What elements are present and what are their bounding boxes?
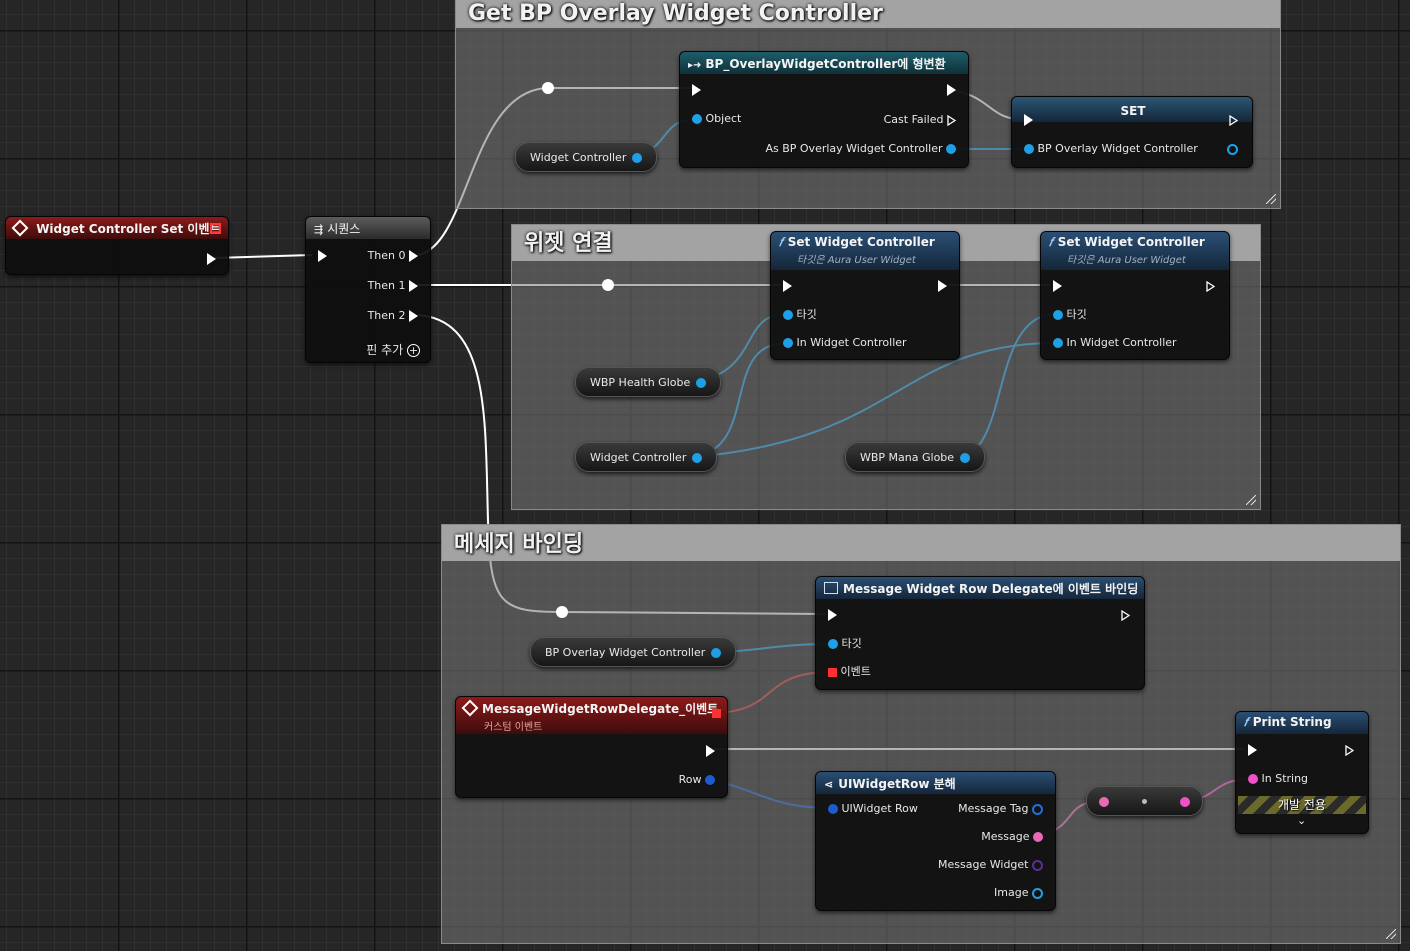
target-pin[interactable]: 타깃 [1053, 308, 1087, 322]
in-string-pin[interactable]: In String [1248, 772, 1308, 786]
break-icon: ⋖ [824, 778, 834, 791]
comment-overlay-title: Get BP Overlay Widget Controller [456, 0, 1280, 28]
exec-out-pin[interactable] [1206, 279, 1215, 293]
delegate-pin-square[interactable] [712, 709, 721, 718]
set-wc-1-title: Set Widget Controller [787, 235, 935, 249]
break-title: UIWidgetRow 분해 [838, 777, 956, 791]
custom-event-title: MessageWidgetRowDelegate_이벤트 [482, 702, 719, 716]
reroute-knot[interactable] [602, 279, 614, 291]
print-string-title: Print String [1252, 715, 1332, 729]
cast-object-pin[interactable]: Object [692, 112, 741, 126]
message-pin[interactable]: Message [981, 830, 1043, 844]
exec-out-pin[interactable] [938, 279, 947, 293]
cast-as-output-pin[interactable]: As BP Overlay Widget Controller [765, 142, 956, 156]
event-icon [461, 699, 479, 717]
exec-out-pin[interactable] [1121, 608, 1130, 622]
cast-title: BP_OverlayWidgetController에 형변환 [705, 57, 946, 71]
sequence-title: 시퀀스 [327, 222, 361, 236]
function-icon: 𝑓 [1244, 715, 1248, 729]
break-uiwidgetrow-node[interactable]: ⋖ UIWidgetRow 분해 UIWidget Row Message Tag… [815, 771, 1056, 911]
function-icon: 𝑓 [1049, 235, 1053, 249]
exec-in-pin[interactable] [318, 249, 327, 263]
function-icon: 𝑓 [779, 235, 783, 249]
add-circle-icon: + [407, 344, 420, 357]
sequence-icon: ⇶ [314, 223, 324, 236]
comment-message-binding-title: 메세지 바인딩 [442, 525, 1400, 561]
message-widget-pin[interactable]: Message Widget [938, 858, 1043, 872]
object-pin[interactable] [711, 648, 722, 658]
var-widget-controller-mid[interactable]: Widget Controller [575, 442, 718, 472]
sequence-then0[interactable]: Then 0 [368, 249, 418, 263]
string-output-pin[interactable] [1180, 797, 1190, 807]
exec-in-pin[interactable] [692, 83, 701, 97]
set-var-output-pin[interactable] [1227, 142, 1238, 156]
bind-event-node[interactable]: Message Widget Row Delegate에 이벤트 바인딩 타깃 … [815, 576, 1145, 690]
print-string-node[interactable]: 𝑓 Print String In String 개발 전용 ⌄ [1235, 711, 1369, 834]
cast-icon: ▸➜ [688, 60, 702, 71]
resize-handle[interactable] [1386, 929, 1396, 939]
set-wc-2-subtitle: 타깃은 Aura User Widget [1067, 255, 1186, 266]
var-wbp-health-globe[interactable]: WBP Health Globe [575, 367, 722, 397]
exec-out-pin[interactable] [1345, 743, 1354, 757]
text-input-pin[interactable] [1099, 797, 1109, 807]
sequence-then2[interactable]: Then 2 [368, 309, 418, 323]
conversion-dot-icon [1142, 799, 1147, 804]
in-widget-controller-pin[interactable]: In Widget Controller [1053, 336, 1177, 350]
set-var-input-pin[interactable]: BP Overlay Widget Controller [1024, 142, 1198, 156]
exec-out-pin[interactable] [1229, 113, 1238, 127]
in-widget-controller-pin[interactable]: In Widget Controller [783, 336, 907, 350]
exec-out-pin[interactable] [947, 83, 956, 97]
set-title: SET [1120, 104, 1146, 118]
set-widget-controller-node-1[interactable]: 𝑓 Set Widget Controller 타깃은 Aura User Wid… [770, 231, 960, 360]
reroute-knot[interactable] [542, 82, 554, 94]
custom-event-node[interactable]: MessageWidgetRowDelegate_이벤트 커스텀 이벤트 Row [455, 696, 728, 798]
object-pin[interactable] [692, 453, 703, 463]
image-pin[interactable]: Image [994, 886, 1043, 900]
resize-handle[interactable] [1266, 194, 1276, 204]
var-wbp-mana-globe[interactable]: WBP Mana Globe [845, 442, 986, 472]
delegate-pin-square[interactable] [210, 223, 221, 234]
uiwidget-row-input-pin[interactable]: UIWidget Row [828, 802, 918, 816]
sequence-then1[interactable]: Then 1 [368, 279, 418, 293]
var-bp-overlay-widget-controller[interactable]: BP Overlay Widget Controller [530, 637, 737, 667]
exec-in-pin[interactable] [1053, 279, 1062, 293]
row-output-pin[interactable]: Row [679, 773, 715, 787]
cast-failed-pin[interactable]: Cast Failed [884, 113, 956, 127]
object-pin[interactable] [696, 378, 707, 388]
set-wc-1-subtitle: 타깃은 Aura User Widget [797, 255, 916, 266]
exec-in-pin[interactable] [828, 608, 837, 622]
resize-handle[interactable] [1246, 495, 1256, 505]
target-pin[interactable]: 타깃 [783, 308, 817, 322]
expand-chevron-icon[interactable]: ⌄ [1297, 814, 1306, 827]
exec-out-pin[interactable] [207, 252, 216, 266]
set-widget-controller-node-2[interactable]: 𝑓 Set Widget Controller 타깃은 Aura User Wid… [1040, 231, 1230, 360]
event-node-widget-controller-set[interactable]: Widget Controller Set 이벤트 [5, 216, 229, 275]
dev-only-banner: 개발 전용 [1238, 796, 1366, 814]
bind-icon [824, 582, 838, 594]
event-delegate-pin[interactable]: 이벤트 [828, 665, 871, 679]
exec-in-pin[interactable] [783, 279, 792, 293]
message-tag-pin[interactable]: Message Tag [958, 802, 1043, 816]
conversion-node-text-to-string[interactable] [1086, 786, 1203, 816]
target-pin[interactable]: 타깃 [828, 637, 862, 651]
object-pin[interactable] [632, 153, 643, 163]
var-widget-controller-top[interactable]: Widget Controller [515, 142, 658, 172]
set-wc-2-title: Set Widget Controller [1057, 235, 1205, 249]
set-node[interactable]: SET BP Overlay Widget Controller [1011, 96, 1253, 168]
exec-in-pin[interactable] [1248, 743, 1257, 757]
event-icon [11, 219, 29, 237]
bind-title: Message Widget Row Delegate에 이벤트 바인딩 [843, 582, 1139, 596]
exec-in-pin[interactable] [1024, 113, 1033, 127]
reroute-knot[interactable] [556, 606, 568, 618]
exec-out-pin[interactable] [706, 744, 715, 758]
object-pin[interactable] [960, 453, 971, 463]
add-pin-button[interactable]: 핀 추가 + [366, 343, 420, 357]
event-node-title: Widget Controller Set 이벤트 [36, 222, 221, 236]
custom-event-subtitle: 커스텀 이벤트 [484, 722, 543, 733]
cast-node[interactable]: ▸➜ BP_OverlayWidgetController에 형변환 Object… [679, 51, 969, 168]
sequence-node[interactable]: ⇶ 시퀀스 Then 0 Then 1 Then 2 핀 추가 + [305, 216, 431, 363]
